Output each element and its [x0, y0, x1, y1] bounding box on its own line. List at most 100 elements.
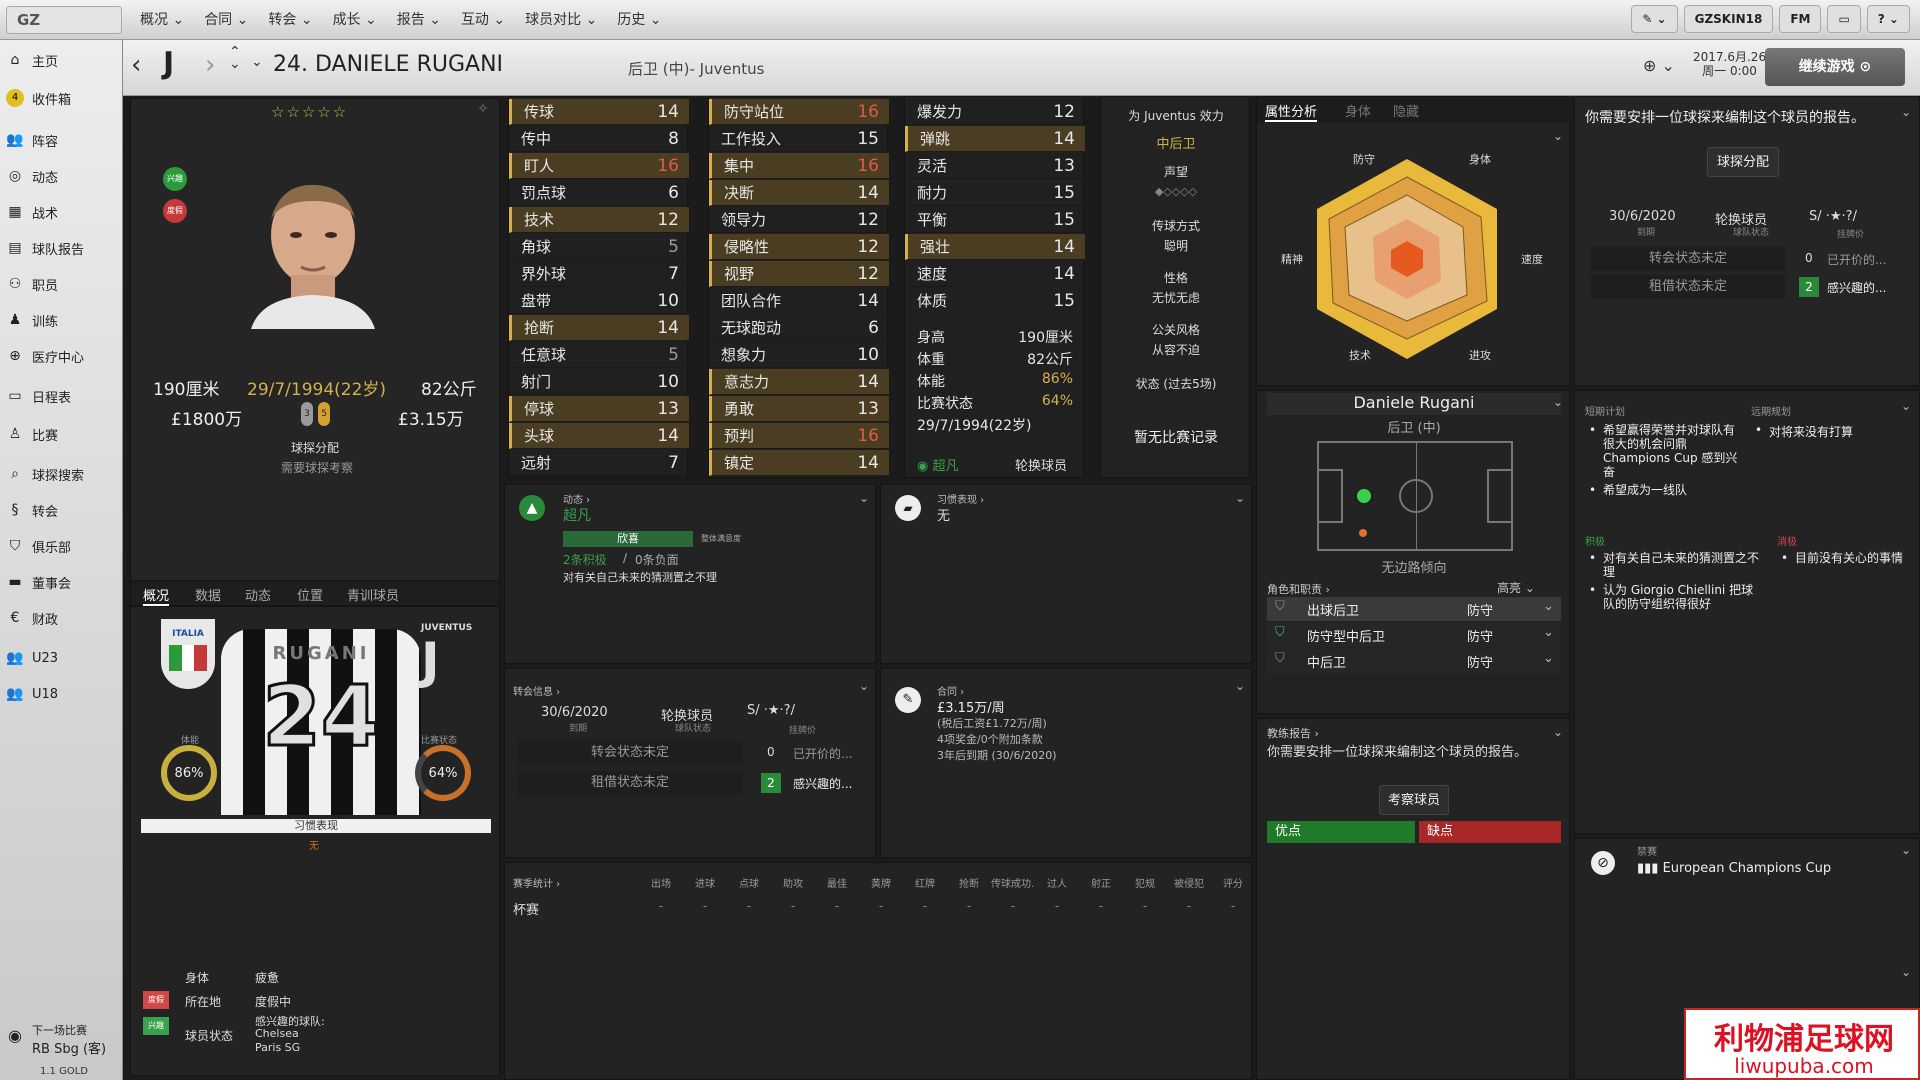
layout-icon[interactable]: ▭: [1827, 5, 1861, 33]
technical-attribute-row[interactable]: 罚点球 6: [509, 180, 689, 206]
mental-attribute-row[interactable]: 防守站位 16: [709, 99, 889, 125]
physical-attribute-row[interactable]: 速度 14: [905, 261, 1085, 287]
role-row[interactable]: ⛉ 出球后卫 防守 ⌄: [1267, 597, 1561, 621]
chevron-down-icon[interactable]: ⌄: [251, 54, 263, 70]
stats-column-header[interactable]: 黄牌: [859, 875, 903, 890]
chevron-down-icon[interactable]: ⌄: [1235, 491, 1245, 505]
scout-player-button[interactable]: 考察球员: [1379, 785, 1449, 815]
role-row[interactable]: ⛉ 防守型中后卫 防守 ⌄: [1267, 623, 1561, 647]
mental-attribute-row[interactable]: 意志力 14: [709, 369, 889, 395]
menu-development[interactable]: 成长 ⌄: [323, 0, 387, 40]
technical-attribute-row[interactable]: 抢断 14: [509, 315, 689, 341]
menu-contract[interactable]: 合同 ⌄: [194, 0, 258, 40]
chevron-down-icon[interactable]: ⌄: [1543, 599, 1554, 614]
transfer-info-title[interactable]: 转会信息 ›: [513, 683, 560, 698]
globe-icon[interactable]: ⊕ ⌄: [1643, 56, 1675, 75]
technical-attribute-row[interactable]: 盯人 16: [509, 153, 689, 179]
forward-arrow-icon[interactable]: ›: [205, 50, 215, 80]
chevron-down-icon[interactable]: ⌄: [859, 491, 869, 505]
physical-attribute-row[interactable]: 灵活 13: [905, 153, 1085, 179]
mental-attribute-row[interactable]: 想象力 10: [709, 342, 889, 368]
chevron-down-icon[interactable]: ⌄: [1543, 625, 1554, 640]
sidebar-item-team-report[interactable]: ▤ 球队报告: [6, 236, 84, 260]
chevron-down-icon[interactable]: ⌄: [1901, 399, 1911, 413]
user-button[interactable]: GZSKIN18: [1683, 5, 1774, 33]
stats-column-header[interactable]: 助攻: [771, 875, 815, 890]
stats-column-header[interactable]: 过人: [1035, 875, 1079, 890]
mental-attribute-row[interactable]: 团队合作 14: [709, 288, 889, 314]
next-match[interactable]: 下一场比赛 RB Sbg (客) ◉: [6, 1022, 118, 1057]
strengths-tab[interactable]: 优点: [1267, 821, 1415, 843]
transfer-offers-label[interactable]: 已开价的...: [793, 745, 852, 762]
physical-attribute-row[interactable]: 耐力 15: [905, 180, 1085, 206]
role-duty[interactable]: 防守: [1467, 652, 1493, 671]
chevron-down-icon[interactable]: ⌄: [1553, 395, 1563, 409]
stats-column-header[interactable]: 红牌: [903, 875, 947, 890]
technical-attribute-row[interactable]: 停球 13: [509, 396, 689, 422]
physical-attribute-row[interactable]: 体质 15: [905, 288, 1085, 314]
technical-attribute-row[interactable]: 远射 7: [509, 450, 689, 476]
stats-column-header[interactable]: 评分: [1211, 875, 1255, 890]
tab-dynamics[interactable]: 动态: [245, 585, 271, 604]
edit-icon[interactable]: ✎ ⌄: [1631, 5, 1678, 33]
menu-reports[interactable]: 报告 ⌄: [387, 0, 451, 40]
mental-attribute-row[interactable]: 预判 16: [709, 423, 889, 449]
chevron-down-icon[interactable]: ⌄: [1543, 651, 1554, 666]
chevron-down-icon[interactable]: ⌄: [859, 679, 869, 693]
mental-attribute-row[interactable]: 集中 16: [709, 153, 889, 179]
holiday-tag[interactable]: 度假: [163, 199, 187, 223]
sidebar-item-staff[interactable]: ⚇ 职员: [6, 272, 58, 296]
technical-attribute-row[interactable]: 射门 10: [509, 369, 689, 395]
sidebar-item-dynamics[interactable]: ◎ 动态: [6, 164, 58, 188]
stats-column-header[interactable]: 最佳: [815, 875, 859, 890]
weaknesses-tab[interactable]: 缺点: [1419, 821, 1561, 843]
chevron-down-icon[interactable]: ⌄: [1901, 965, 1911, 979]
sidebar-item-transfers[interactable]: § 转会: [6, 498, 59, 522]
technical-attribute-row[interactable]: 传中 8: [509, 126, 689, 152]
sidebar-item-u23[interactable]: 👥 U23: [6, 646, 58, 670]
role-row[interactable]: ⛉ 中后卫 防守 ⌄: [1267, 649, 1561, 673]
sidebar-item-squad[interactable]: 👥 阵容: [6, 128, 58, 152]
help-button[interactable]: ? ⌄: [1866, 5, 1910, 33]
sidebar-item-matches[interactable]: ♙ 比赛: [6, 422, 58, 446]
mental-attribute-row[interactable]: 无球跑动 6: [709, 315, 889, 341]
mental-attribute-row[interactable]: 镇定 14: [709, 450, 889, 476]
mental-attribute-row[interactable]: 决断 14: [709, 180, 889, 206]
scout-assign-button[interactable]: 球探分配: [1707, 147, 1779, 177]
contract-title[interactable]: 合同 ›: [937, 683, 964, 698]
sidebar-item-medical[interactable]: ⊕ 医疗中心: [6, 344, 84, 368]
menu-history[interactable]: 历史 ⌄: [607, 0, 671, 40]
fm-button[interactable]: FM: [1779, 5, 1822, 33]
technical-attribute-row[interactable]: 技术 12: [509, 207, 689, 233]
tab-positions[interactable]: 位置: [297, 585, 323, 604]
physical-attribute-row[interactable]: 强壮 14: [905, 234, 1085, 260]
continue-button[interactable]: 继续游戏 ⊙: [1765, 48, 1905, 86]
tab-hidden[interactable]: 隐藏: [1393, 101, 1419, 120]
chevron-down-icon[interactable]: ⌄: [1235, 679, 1245, 693]
menu-transfer[interactable]: 转会 ⌄: [258, 0, 322, 40]
tab-physical[interactable]: 身体: [1345, 101, 1371, 120]
stats-column-header[interactable]: 点球: [727, 875, 771, 890]
physical-attribute-row[interactable]: 弹跳 14: [905, 126, 1085, 152]
mental-attribute-row[interactable]: 视野 12: [709, 261, 889, 287]
back-arrow-icon[interactable]: ‹: [131, 50, 141, 80]
star-icon[interactable]: ✧: [477, 101, 489, 117]
mental-attribute-row[interactable]: 勇敢 13: [709, 396, 889, 422]
mental-attribute-row[interactable]: 工作投入 15: [709, 126, 889, 152]
technical-attribute-row[interactable]: 传球 14: [509, 99, 689, 125]
menu-interaction[interactable]: 互动 ⌄: [451, 0, 515, 40]
interest-tag[interactable]: 兴趣: [163, 167, 187, 191]
stats-column-header[interactable]: 进球: [683, 875, 727, 890]
technical-attribute-row[interactable]: 界外球 7: [509, 261, 689, 287]
roles-link[interactable]: 角色和职责 ›: [1267, 581, 1330, 597]
stats-column-header[interactable]: 抢断: [947, 875, 991, 890]
sidebar-item-u18[interactable]: 👥 U18: [6, 682, 58, 706]
chevron-down-icon[interactable]: ⌄: [1901, 843, 1911, 857]
sidebar-item-finances[interactable]: € 财政: [6, 606, 58, 630]
tab-youth[interactable]: 青训球员: [347, 585, 399, 604]
stats-column-header[interactable]: 出场: [639, 875, 683, 890]
tab-attribute-analysis[interactable]: 属性分析: [1265, 101, 1318, 122]
technical-attribute-row[interactable]: 盘带 10: [509, 288, 689, 314]
interested-label[interactable]: 感兴趣的...: [1827, 279, 1886, 296]
sidebar-item-club[interactable]: ⛉ 俱乐部: [6, 534, 71, 558]
